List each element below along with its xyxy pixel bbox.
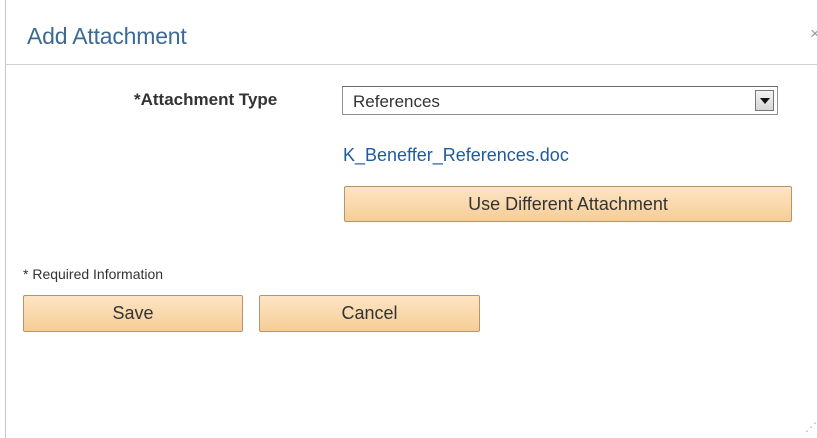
use-different-attachment-button[interactable]: Use Different Attachment [344,186,792,222]
attachment-file-link[interactable]: K_Beneffer_References.doc [343,145,569,166]
chevron-down-icon[interactable] [755,90,774,111]
resize-grip-icon[interactable]: ⋰ [805,420,817,434]
save-button[interactable]: Save [23,295,243,332]
attachment-type-label: *Attachment Type [134,90,278,109]
attachment-type-value: References [353,92,440,111]
cancel-button[interactable]: Cancel [259,295,480,332]
attachment-type-select[interactable]: References [342,86,778,115]
dialog-window: Add Attachment × *Attachment Type Refere… [0,0,817,438]
dialog-header: Add Attachment × [6,0,817,65]
close-icon[interactable]: × [810,24,817,44]
dialog-title: Add Attachment [27,23,187,49]
dialog-left-border [5,0,6,438]
required-information-note: * Required Information [23,266,164,282]
